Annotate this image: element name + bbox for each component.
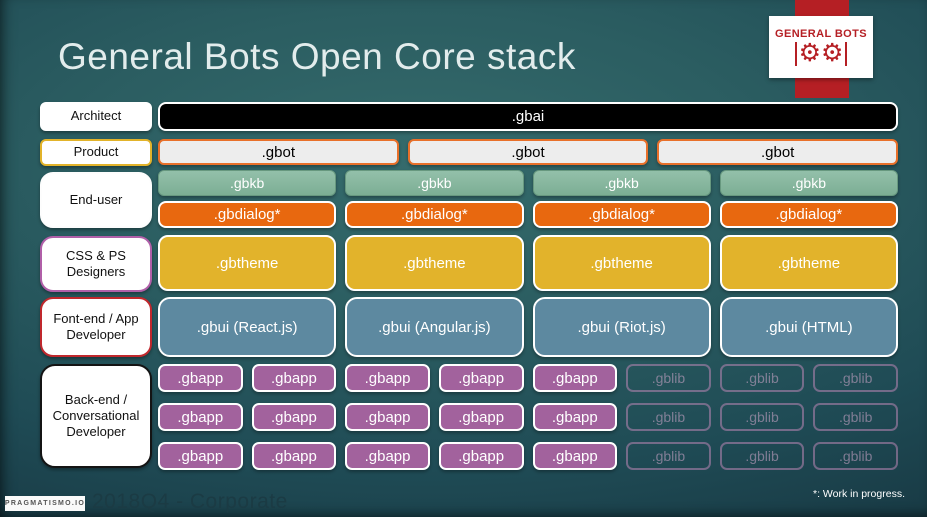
gear-bar-left xyxy=(794,41,797,66)
gbapp-box: .gbapp xyxy=(438,442,524,470)
role-label-css-ps-designers: CSS & PS Designers xyxy=(40,236,152,292)
footer-text: 2018Q4 - Corporate xyxy=(92,490,288,513)
gears-icon: ⚙ ⚙ xyxy=(793,41,850,66)
gbtheme-box: .gbtheme xyxy=(532,235,711,291)
role-label-backend-conversational-developer: Back-end / Conversational Developer xyxy=(40,364,152,468)
row-gbot: .gbot .gbot .gbot xyxy=(158,139,899,165)
gbapp-box: .gbapp xyxy=(251,442,337,470)
gblib-box: .gblib xyxy=(626,364,711,392)
gear-bar-right xyxy=(845,41,848,66)
backend-grid: .gbapp .gbapp .gbapp .gbapp .gbapp .gbli… xyxy=(158,364,898,470)
role-label-product: Product xyxy=(40,139,152,166)
gbdialog-box: .gbdialog* xyxy=(158,201,337,228)
watermark-text: PRAGMATISMO.IO xyxy=(4,500,86,507)
gbapp-box: .gbapp xyxy=(158,442,243,470)
gblib-box: .gblib xyxy=(626,442,711,470)
gbui-react-box: .gbui (React.js) xyxy=(158,297,337,357)
gbdialog-box: .gbdialog* xyxy=(719,201,898,228)
gbai-box: .gbai xyxy=(158,102,898,131)
gbapp-box: .gbapp xyxy=(345,364,430,392)
gbtheme-box: .gbtheme xyxy=(345,235,524,291)
gbot-box: .gbot xyxy=(158,139,399,165)
gbui-html-box: .gbui (HTML) xyxy=(719,297,898,357)
gblib-box: .gblib xyxy=(813,442,898,470)
gbapp-box: .gbapp xyxy=(438,364,524,392)
role-label-end-user: End-user xyxy=(40,172,152,228)
slide-title: General Bots Open Core stack xyxy=(58,36,576,77)
gblib-box: .gblib xyxy=(626,403,711,431)
gbui-angular-box: .gbui (Angular.js) xyxy=(345,297,524,357)
gear-icon: ⚙ xyxy=(798,39,821,67)
gbui-riot-box: .gbui (Riot.js) xyxy=(532,297,711,357)
gblib-box: .gblib xyxy=(719,364,805,392)
gblib-box: .gblib xyxy=(719,403,805,431)
row-gbdialog: .gbdialog* .gbdialog* .gbdialog* .gbdial… xyxy=(158,201,898,228)
gbtheme-box: .gbtheme xyxy=(719,235,898,291)
gbapp-box: .gbapp xyxy=(532,364,618,392)
gblib-box: .gblib xyxy=(719,442,805,470)
work-in-progress-note: *: Work in progress. xyxy=(812,488,905,500)
gbdialog-box: .gbdialog* xyxy=(532,201,711,228)
gbtheme-box: .gbtheme xyxy=(158,235,337,291)
role-label-architect: Architect xyxy=(40,102,152,131)
gbkb-box: .gbkb xyxy=(532,170,711,196)
gear-icon: ⚙ xyxy=(821,39,844,67)
gbapp-box: .gbapp xyxy=(251,403,337,431)
row-gbkb: .gbkb .gbkb .gbkb .gbkb xyxy=(158,170,898,196)
gbkb-box: .gbkb xyxy=(158,170,337,196)
role-label-frontend-app-developer: Font-end / App Developer xyxy=(40,297,152,357)
gbapp-box: .gbapp xyxy=(532,403,618,431)
gbdialog-box: .gbdialog* xyxy=(345,201,524,228)
gbot-box: .gbot xyxy=(407,139,649,165)
gbkb-box: .gbkb xyxy=(719,170,898,196)
gbapp-box: .gbapp xyxy=(158,364,243,392)
row-gbai: .gbai xyxy=(158,102,898,131)
row-gbui: .gbui (React.js) .gbui (Angular.js) .gbu… xyxy=(158,297,898,357)
gbot-box: .gbot xyxy=(657,139,899,165)
gbapp-box: .gbapp xyxy=(345,403,430,431)
gbapp-box: .gbapp xyxy=(532,442,618,470)
gbapp-box: .gbapp xyxy=(438,403,524,431)
gbkb-box: .gbkb xyxy=(345,170,524,196)
gbapp-box: .gbapp xyxy=(345,442,430,470)
gbapp-box: .gbapp xyxy=(251,364,337,392)
gblib-box: .gblib xyxy=(813,403,898,431)
row-gbtheme: .gbtheme .gbtheme .gbtheme .gbtheme xyxy=(158,235,898,291)
gbapp-box: .gbapp xyxy=(158,403,243,431)
general-bots-logo: GENERAL BOTS ⚙ ⚙ xyxy=(769,16,873,78)
gblib-box: .gblib xyxy=(813,364,898,392)
pragmatismo-watermark: PRAGMATISMO.IO xyxy=(5,496,85,511)
slide: General Bots Open Core stack GENERAL BOT… xyxy=(0,0,927,517)
